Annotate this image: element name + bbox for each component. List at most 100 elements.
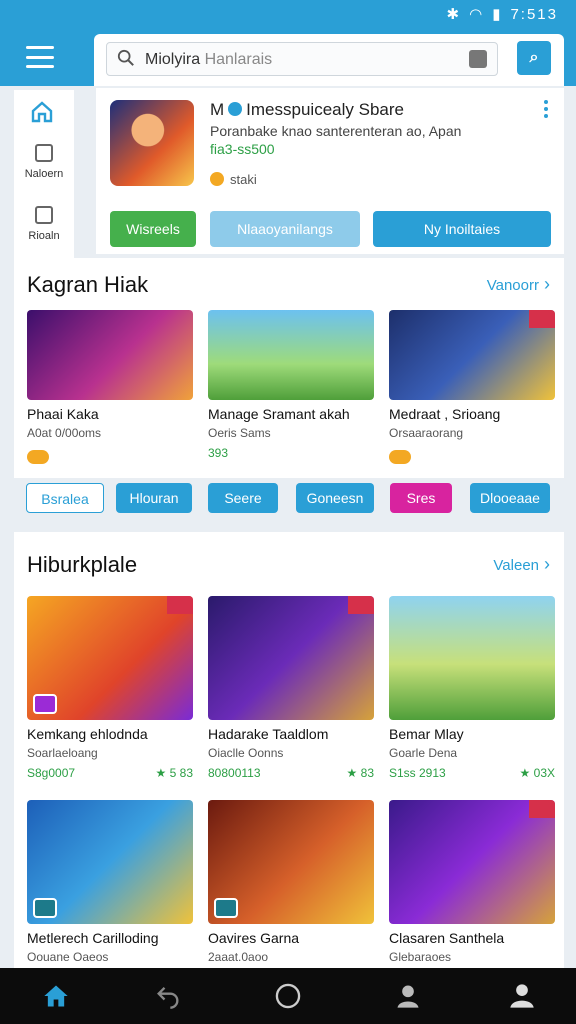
featured-description: Poranbake knao santerenteran ao, Apan [210, 123, 462, 139]
game-thumbnail [389, 800, 555, 924]
card-rating: ★ 03X [519, 766, 555, 780]
game-thumbnail [208, 800, 374, 924]
chip-2[interactable]: Seere [208, 483, 278, 513]
section-title: Kagran Hiak [27, 272, 149, 297]
featured-button-0[interactable]: Wisreels [110, 211, 196, 247]
card-meta: S1ss 2913 ★ 03X [389, 766, 555, 780]
sidebar-item-label: Naloern [24, 168, 64, 180]
app-initial: M [210, 100, 225, 119]
game-card[interactable]: Phaai Kaka A0at 0/00oms [27, 310, 193, 469]
card-subtitle: Orsaaraorang [389, 426, 464, 440]
ribbon-badge [529, 310, 555, 328]
card-subtitle: Oouane Oaeos [27, 950, 109, 964]
section-hiburkplale: Hiburkplale Valeen Kemkang ehlodnda Soar… [14, 532, 564, 968]
badge-icon [33, 898, 57, 918]
search-query: Miolyira [145, 51, 201, 68]
section-kagran: Kagran Hiak Vanoorr Phaai Kaka A0at 0/00… [14, 258, 564, 478]
status-bar: ✱ ◠ ▮ 7:513 [0, 0, 576, 30]
game-card[interactable]: Hadarake Taaldlom Oiaclle Oonns 80800113… [208, 596, 374, 780]
featured-thumbnail[interactable] [110, 100, 194, 186]
card-title: Hadarake Taaldlom [208, 726, 329, 742]
card-subtitle: A0at 0/00oms [27, 426, 102, 440]
game-thumbnail [27, 596, 193, 720]
game-thumbnail [389, 596, 555, 720]
back-icon[interactable] [154, 982, 182, 1010]
more-options-icon[interactable] [544, 100, 548, 118]
game-thumbnail [27, 800, 193, 924]
featured-price: fia3-ss500 [210, 141, 275, 157]
card-title: Bemar Mlay [389, 726, 464, 742]
bluetooth-icon: ✱ [446, 6, 462, 23]
circle-home-icon[interactable] [274, 982, 302, 1010]
wifi-icon: ◠ [469, 6, 485, 23]
game-thumbnail [208, 596, 374, 720]
card-subtitle: Soarlaeloang [27, 746, 98, 760]
profile-icon[interactable] [508, 982, 536, 1010]
search-input[interactable]: Miolyira Hanlarais [106, 42, 498, 76]
category-chips: Bsralea Hlouran Seere Goneesn Sres Dlooe… [26, 483, 566, 513]
featured-title: M Imesspuicealy Sbare [210, 100, 404, 120]
featured-app: M Imesspuicealy Sbare Poranbake knao sant… [96, 88, 564, 254]
see-all-link[interactable]: Vanoorr [487, 274, 550, 295]
card-subtitle: Oiaclle Oonns [208, 746, 284, 760]
game-thumbnail [389, 310, 555, 400]
card-rating: ★ 5 83 [155, 766, 193, 780]
search-placeholder: Hanlarais [204, 51, 273, 68]
ribbon-badge [348, 596, 374, 614]
ribbon-badge [167, 596, 193, 614]
card-title: Phaai Kaka [27, 406, 99, 422]
featured-rating-text: staki [230, 172, 257, 187]
card-meta: 393 [208, 446, 229, 460]
card-title: Medraat , Srioang [389, 406, 501, 422]
menu-icon[interactable] [26, 46, 54, 68]
home-icon[interactable] [42, 982, 70, 1010]
card-subtitle: 2aaat.0aoo [208, 950, 269, 964]
badge-icon [33, 694, 57, 714]
home-icon[interactable] [30, 100, 54, 124]
game-card[interactable]: Kemkang ehlodnda Soarlaeloang S8g0007 ★ 5… [27, 596, 193, 780]
featured-button-2[interactable]: Ny Inoiltaies [373, 211, 551, 247]
game-card[interactable]: Manage Sramant akah Oeris Sams 393 [208, 310, 374, 460]
chip-4[interactable]: Sres [390, 483, 452, 513]
card-title: Clasaren Santhela [389, 930, 505, 946]
bottom-nav [0, 968, 576, 1024]
search-card: Miolyira Hanlarais ⌕ [94, 34, 564, 86]
coin-icon [27, 450, 49, 464]
card-subtitle: Glebaraoes [389, 950, 452, 964]
card-price: S1ss 2913 [389, 766, 446, 780]
card-price: S8g0007 [27, 766, 76, 780]
featured-title-text: Imesspuicealy Sbare [246, 100, 404, 119]
badge-icon [214, 898, 238, 918]
game-card[interactable]: Medraat , Srioang Orsaaraorang [389, 310, 555, 469]
sidebar-item-1[interactable]: Rioaln [14, 206, 74, 242]
featured-button-1[interactable]: Nlaaoyanilangs [210, 211, 360, 247]
game-card[interactable]: Metlerech Carilloding Oouane Oaeos [27, 800, 193, 964]
chip-0[interactable]: Bsralea [26, 483, 104, 513]
see-all-link[interactable]: Valeen [493, 554, 550, 575]
card-meta: 80800113 ★ 83 [208, 766, 374, 780]
verified-icon [228, 102, 243, 116]
card-title: Manage Sramant akah [208, 406, 350, 422]
card-meta: S8g0007 ★ 5 83 [27, 766, 193, 780]
chip-3[interactable]: Goneesn [296, 483, 374, 513]
card-rating: ★ 83 [346, 766, 374, 780]
chip-5[interactable]: Dlooeaae [470, 483, 550, 513]
chip-1[interactable]: Hlouran [116, 483, 192, 513]
sidebar-item-0[interactable]: Naloern [14, 144, 74, 180]
card-title: Oavires Garna [208, 930, 300, 946]
card-subtitle: Goarle Dena [389, 746, 458, 760]
featured-rating: staki [210, 172, 257, 187]
battery-icon: ▮ [492, 6, 503, 23]
profile-button[interactable]: ⌕ [517, 41, 551, 75]
game-card[interactable]: Bemar Mlay Goarle Dena S1ss 2913 ★ 03X [389, 596, 555, 780]
side-nav: Naloern Rioaln [14, 90, 74, 260]
game-card[interactable]: Clasaren Santhela Glebaraoes [389, 800, 555, 964]
calendar-icon [35, 144, 53, 162]
account-switch-icon[interactable] [394, 982, 422, 1010]
mic-icon[interactable] [469, 50, 487, 68]
card-title: Metlerech Carilloding [27, 930, 159, 946]
game-card[interactable]: Oavires Garna 2aaat.0aoo [208, 800, 374, 964]
coin-icon [389, 450, 411, 464]
lock-icon [35, 206, 53, 224]
sidebar-item-label: Rioaln [28, 230, 60, 242]
